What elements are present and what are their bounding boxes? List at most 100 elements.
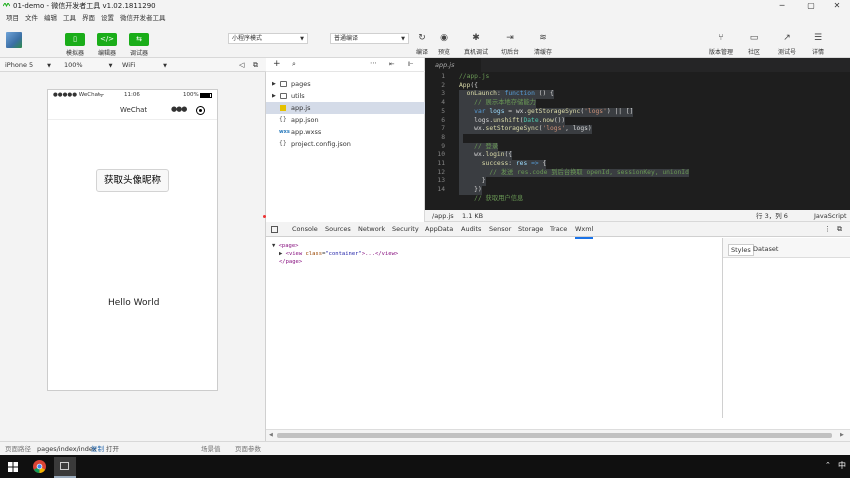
- inspect-element-icon[interactable]: [271, 226, 278, 233]
- code-line[interactable]: 7 wx.setStorageSync('logs', logs): [425, 125, 850, 134]
- language-mode[interactable]: JavaScript: [814, 210, 847, 222]
- close-button[interactable]: ✕: [824, 0, 850, 12]
- get-avatar-button[interactable]: 获取头像昵称: [96, 169, 169, 192]
- chrome-icon[interactable]: [33, 460, 46, 473]
- tab-wxml[interactable]: Wxml: [575, 222, 594, 239]
- zoom-select[interactable]: 100% ▼: [64, 60, 112, 71]
- version-button[interactable]: ⑂ 版本管理: [708, 32, 734, 56]
- wxml-view-node[interactable]: ▶ <view class="container">...</view>: [279, 250, 398, 258]
- details-button[interactable]: ☰ 详情: [805, 32, 831, 56]
- code-line[interactable]: 9 // 登录: [425, 142, 850, 152]
- menu-edit[interactable]: 编辑: [41, 12, 60, 24]
- json-file-icon: {}: [279, 116, 287, 123]
- background-button[interactable]: ⇥ 切后台: [497, 32, 523, 56]
- community-button[interactable]: ▭ 社区: [741, 32, 767, 56]
- code-line[interactable]: 1//app.js: [425, 73, 850, 82]
- horizontal-scrollbar[interactable]: ◀ ▶: [266, 429, 850, 441]
- tree-item-label: app.wxss: [291, 128, 322, 136]
- tree-item-app-json[interactable]: {} app.json: [266, 114, 425, 126]
- preview-button[interactable]: ◉ 预览: [431, 32, 457, 56]
- user-avatar[interactable]: [6, 32, 22, 48]
- layers-icon: ≋: [539, 33, 547, 43]
- code-line[interactable]: 12 // 发送 res.code 到后台换取 openId, sessionK…: [425, 168, 850, 178]
- scroll-right-icon[interactable]: ▶: [840, 432, 844, 438]
- debugger-toggle[interactable]: ⇆ 调试器: [126, 33, 152, 57]
- clear-cache-button[interactable]: ≋ 清缓存: [530, 32, 556, 56]
- tree-item-app-wxss[interactable]: wxs app.wxss: [266, 126, 425, 138]
- mute-icon[interactable]: ◁: [239, 60, 244, 70]
- mode-select[interactable]: 小程序模式 ▼: [228, 33, 308, 44]
- code-line[interactable]: 13 }: [425, 177, 850, 187]
- tab-console[interactable]: Console: [292, 222, 318, 237]
- remote-debug-button[interactable]: ✱ 真机调试: [463, 32, 489, 56]
- editor-toggle[interactable]: </> 编辑器: [94, 33, 120, 57]
- wxml-page-close[interactable]: </page>: [279, 258, 302, 266]
- tab-dataset[interactable]: Dataset: [753, 245, 778, 253]
- code-line[interactable]: 10 wx.login({: [425, 151, 850, 160]
- tab-trace[interactable]: Trace: [550, 222, 567, 237]
- compile-select[interactable]: 普通编译 ▼: [330, 33, 409, 44]
- menu-settings[interactable]: 设置: [98, 12, 117, 24]
- popout-icon[interactable]: ⧉: [253, 60, 258, 70]
- split-icon[interactable]: ⊩: [408, 60, 414, 68]
- wxml-page-open[interactable]: ▼ <page>: [272, 242, 299, 250]
- line-number: 11: [437, 160, 445, 167]
- simulator-toggle[interactable]: ▯ 模拟器: [62, 33, 88, 57]
- test-account-button[interactable]: ↗ 测试号: [774, 32, 800, 56]
- capsule-close-icon[interactable]: [196, 106, 205, 115]
- tab-styles[interactable]: Styles: [728, 244, 754, 256]
- tree-item-project-config[interactable]: {} project.config.json: [266, 138, 425, 150]
- line-number: 7: [441, 125, 445, 133]
- code-line[interactable]: 11 success: res => {: [425, 160, 850, 169]
- more-icon[interactable]: ●●●: [171, 105, 187, 113]
- code-line[interactable]: 14 }): [425, 186, 850, 195]
- ime-indicator[interactable]: 中: [838, 460, 846, 471]
- code-line[interactable]: 8: [425, 133, 850, 143]
- tab-audits[interactable]: Audits: [461, 222, 481, 237]
- menu-tools[interactable]: 工具: [60, 12, 79, 24]
- tab-network[interactable]: Network: [358, 222, 385, 237]
- code-line[interactable]: 2 App({: [425, 82, 850, 91]
- minimize-button[interactable]: ─: [769, 0, 795, 12]
- tab-sensor[interactable]: Sensor: [489, 222, 511, 237]
- menu-view[interactable]: 界面: [79, 12, 98, 24]
- copy-link[interactable]: 复制: [91, 442, 104, 456]
- more-icon[interactable]: ⋯: [370, 59, 377, 67]
- menu-project[interactable]: 项目: [3, 12, 22, 24]
- tree-item-app-js[interactable]: app.js: [266, 102, 425, 114]
- tab-appdata[interactable]: AppData: [425, 222, 453, 237]
- device-value: iPhone 5: [5, 61, 34, 69]
- code-line[interactable]: 6 logs.unshift(Date.now()): [425, 116, 850, 126]
- scene-value[interactable]: 场景值: [201, 442, 221, 456]
- community-label: 社区: [747, 49, 760, 56]
- windows-start-icon[interactable]: [8, 462, 18, 472]
- scroll-left-icon[interactable]: ◀: [269, 432, 273, 438]
- tray-chevron-icon[interactable]: ⌃: [825, 461, 831, 469]
- scrollbar-thumb[interactable]: [277, 433, 832, 438]
- undock-icon[interactable]: ⧉: [837, 225, 842, 234]
- page-params[interactable]: 页面参数: [235, 442, 261, 456]
- tree-item-utils[interactable]: ▶ utils: [266, 90, 425, 102]
- code-line[interactable]: // 获取用户信息: [425, 195, 850, 204]
- maximize-button[interactable]: ▢: [798, 0, 824, 12]
- menu-wechat-devtools[interactable]: 微信开发者工具: [117, 12, 169, 24]
- collapse-icon[interactable]: ⇤: [389, 60, 394, 68]
- open-link[interactable]: 打开: [106, 442, 119, 456]
- tab-app-js[interactable]: app.js: [425, 58, 481, 72]
- menu-file[interactable]: 文件: [22, 12, 41, 24]
- code-line[interactable]: 3 onLaunch: function () {: [425, 90, 850, 100]
- cursor-position: 行 3，列 6: [756, 212, 788, 220]
- add-file-icon[interactable]: +: [273, 59, 281, 69]
- code-line[interactable]: 4 // 展示本地存储能力: [425, 99, 850, 108]
- search-icon[interactable]: ⌕: [292, 60, 296, 69]
- devtools-taskbar-icon[interactable]: [54, 457, 76, 478]
- device-select[interactable]: iPhone 5 ▼: [5, 60, 51, 71]
- tab-sources[interactable]: Sources: [325, 222, 351, 237]
- code-line[interactable]: 5 var logs = wx.getStorageSync('logs') |…: [425, 107, 850, 117]
- preview-label: 预览: [437, 49, 450, 56]
- tab-security[interactable]: Security: [392, 222, 419, 237]
- more-vertical-icon[interactable]: ⋮: [824, 225, 831, 233]
- tree-item-pages[interactable]: ▶ pages: [266, 78, 425, 90]
- network-select[interactable]: WiFi ▼: [122, 60, 167, 71]
- tab-storage[interactable]: Storage: [518, 222, 543, 237]
